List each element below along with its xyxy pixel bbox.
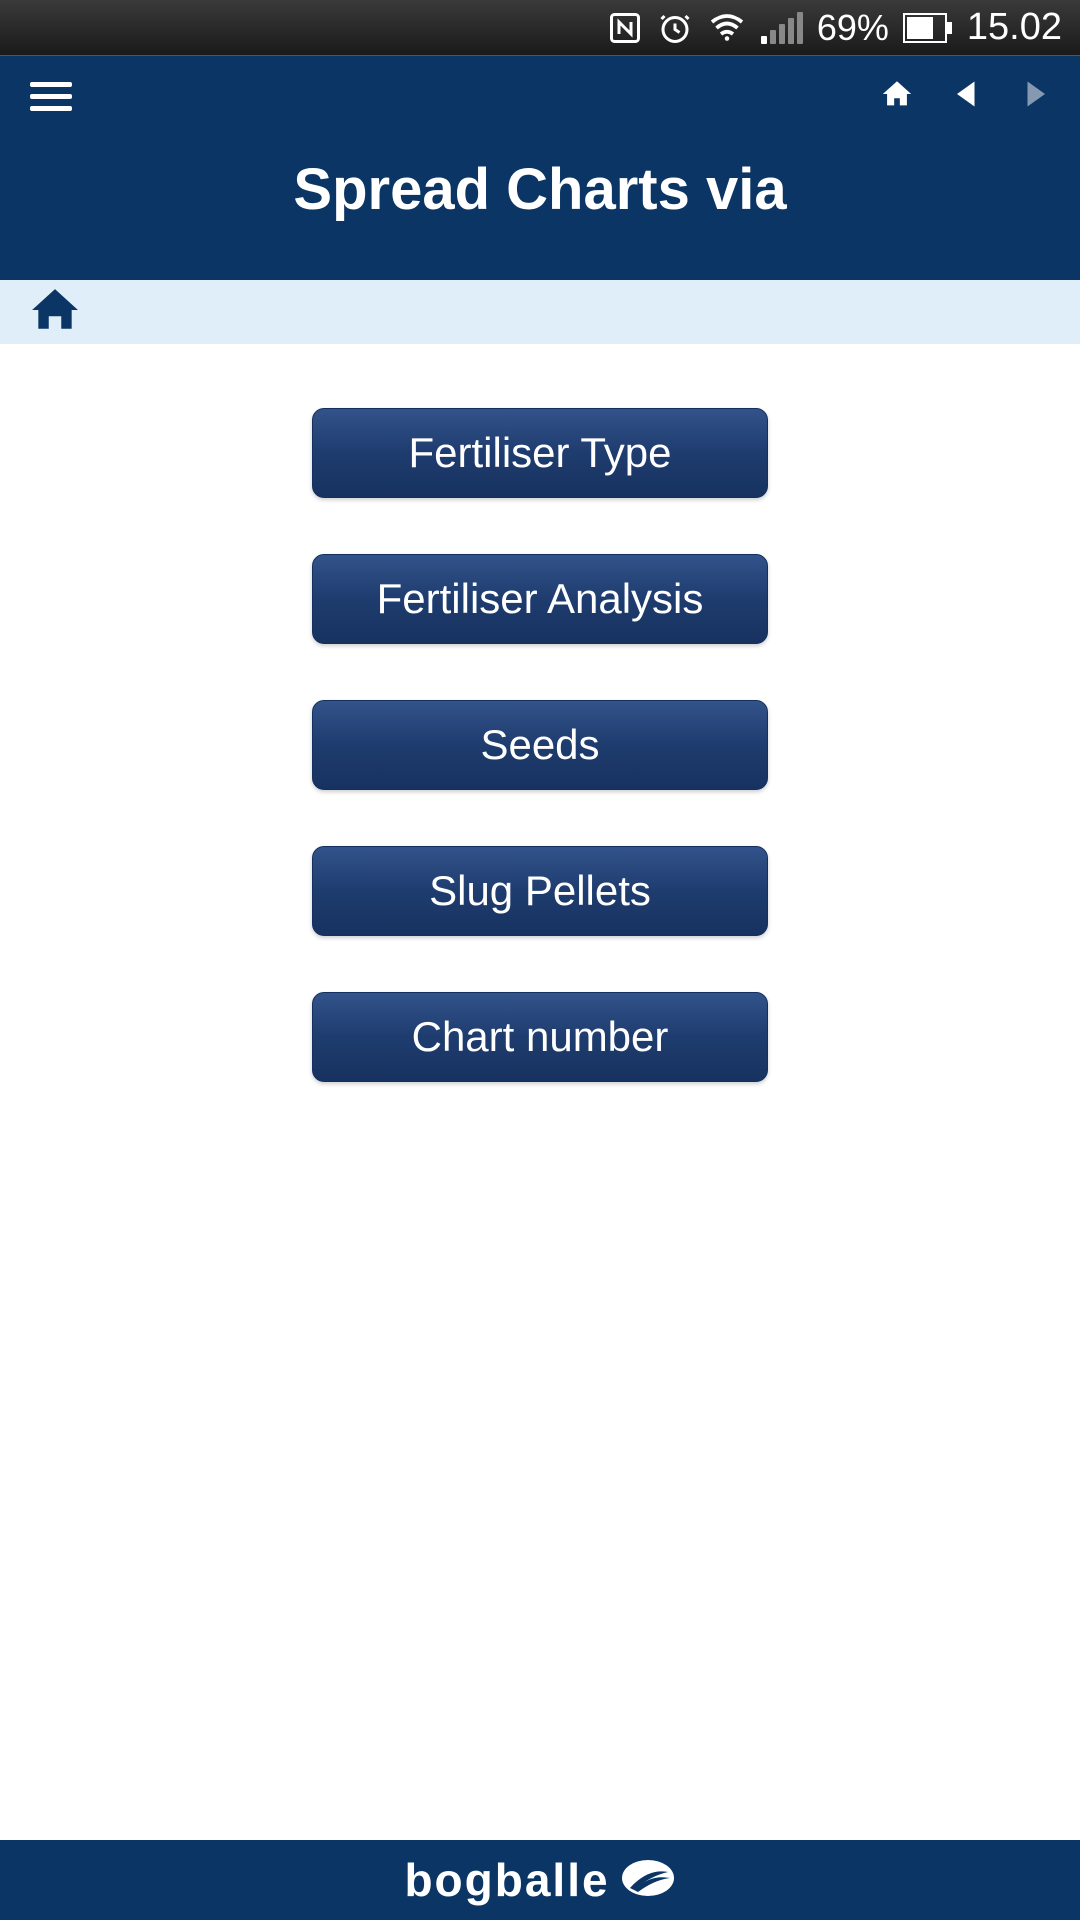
page-title: Spread Charts via: [0, 136, 1080, 243]
slug-pellets-button[interactable]: Slug Pellets: [312, 846, 768, 936]
app-header: Spread Charts via: [0, 56, 1080, 280]
button-label: Slug Pellets: [429, 867, 651, 915]
button-label: Chart number: [412, 1013, 669, 1061]
forward-icon[interactable]: [1020, 77, 1050, 116]
chart-number-button[interactable]: Chart number: [312, 992, 768, 1082]
back-icon[interactable]: [952, 77, 982, 116]
status-time: 15.02: [967, 6, 1062, 49]
brand-logo-text: bogballe: [404, 1853, 609, 1907]
status-bar: 69% 15.02: [0, 0, 1080, 56]
signal-icon: [761, 12, 803, 44]
brand-logo-icon: [620, 1858, 676, 1903]
button-label: Fertiliser Type: [409, 429, 672, 477]
button-label: Seeds: [480, 721, 599, 769]
alarm-icon: [657, 10, 693, 46]
header-nav: [880, 77, 1050, 116]
header-toolbar: [0, 56, 1080, 136]
breadcrumb-home-icon[interactable]: [30, 285, 80, 340]
battery-icon: [903, 13, 953, 43]
footer: bogballe: [0, 1840, 1080, 1920]
wifi-icon: [707, 10, 747, 46]
breadcrumb: [0, 280, 1080, 344]
battery-percent: 69%: [817, 7, 889, 49]
button-label: Fertiliser Analysis: [377, 575, 704, 623]
fertiliser-analysis-button[interactable]: Fertiliser Analysis: [312, 554, 768, 644]
menu-button[interactable]: [30, 82, 72, 111]
fertiliser-type-button[interactable]: Fertiliser Type: [312, 408, 768, 498]
main-content: Fertiliser Type Fertiliser Analysis Seed…: [0, 344, 1080, 1840]
seeds-button[interactable]: Seeds: [312, 700, 768, 790]
nfc-icon: [607, 10, 643, 46]
home-icon[interactable]: [880, 77, 914, 116]
